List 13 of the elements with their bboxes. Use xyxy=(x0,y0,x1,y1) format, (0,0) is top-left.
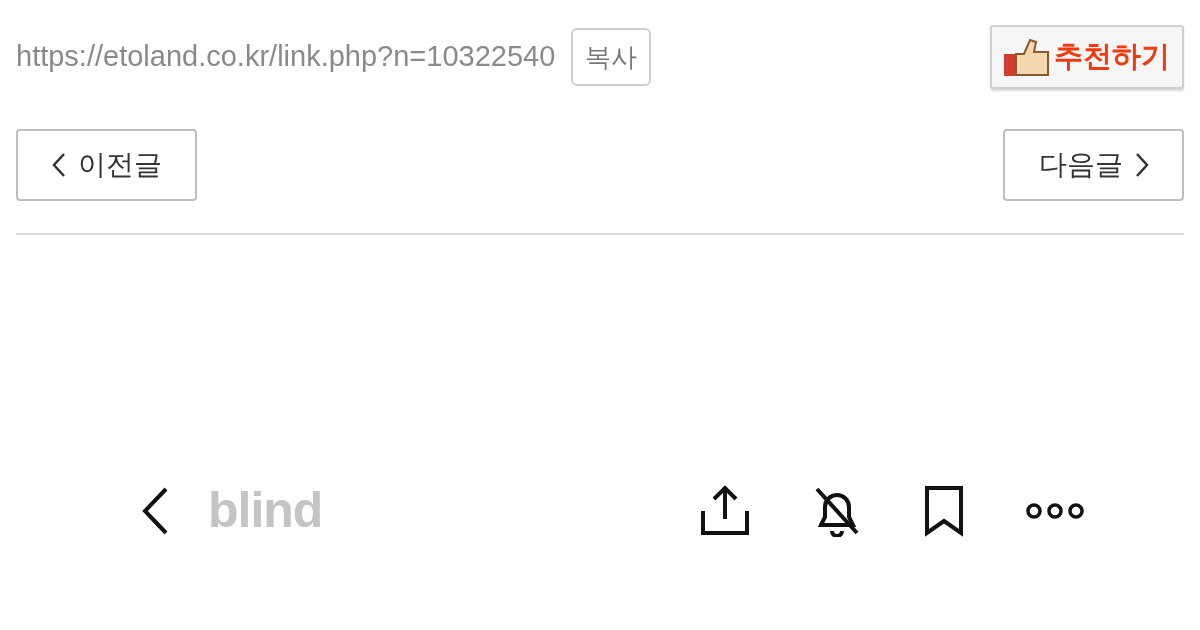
bookmark-icon[interactable] xyxy=(923,484,965,537)
back-icon[interactable] xyxy=(140,485,170,536)
more-icon[interactable] xyxy=(1025,502,1085,519)
next-post-button[interactable]: 다음글 xyxy=(1003,129,1184,201)
app-logo: blind xyxy=(208,481,323,540)
chevron-right-icon xyxy=(1134,152,1149,178)
link-url[interactable]: https://etoland.co.kr/link.php?n=10322540 xyxy=(16,35,556,79)
thumbs-up-icon xyxy=(1004,38,1050,76)
previous-post-button[interactable]: 이전글 xyxy=(16,129,197,201)
share-icon[interactable] xyxy=(699,484,751,537)
chevron-left-icon xyxy=(51,152,66,178)
copy-button[interactable]: 복사 xyxy=(571,28,652,86)
recommend-button[interactable]: 추천하기 xyxy=(990,25,1184,89)
